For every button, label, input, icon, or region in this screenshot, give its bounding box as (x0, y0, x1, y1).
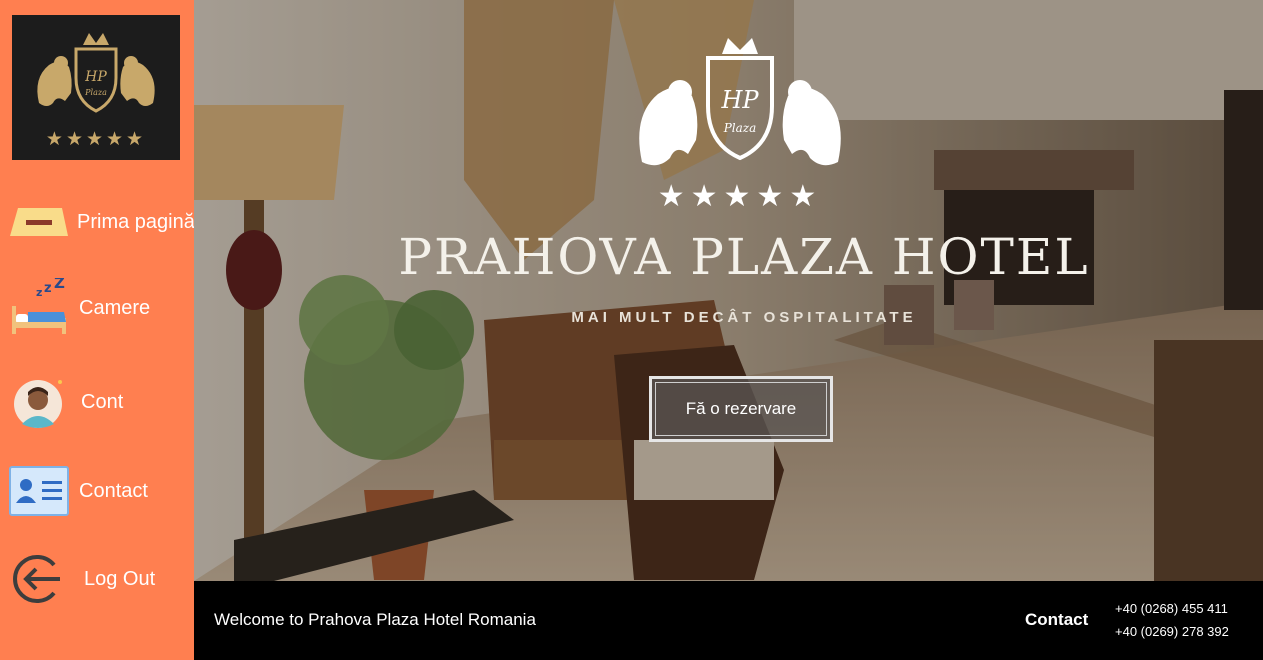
reservation-button-label: Fă o rezervare (685, 399, 797, 418)
footer-phone-2: +40 (0269) 278 392 (1115, 624, 1229, 639)
hotel-title: PRAHOVA PLAZA HOTEL (398, 228, 1090, 286)
user-avatar-icon (8, 374, 70, 430)
svg-text:★★★★★: ★★★★★ (46, 128, 146, 150)
svg-text:HP: HP (84, 69, 107, 85)
sidebar-item-label: Camere (79, 296, 151, 319)
reservation-button[interactable]: Fă o rezervare (649, 376, 833, 442)
hotel-crest-icon: HP Plaza ★★★★★ (639, 38, 841, 214)
svg-text:z: z (44, 281, 52, 296)
svg-text:Plaza: Plaza (723, 121, 757, 135)
sidebar-item-rooms[interactable]: z z Z Camere (0, 278, 194, 338)
sidebar: HP Plaza ★★★★★ Prima pagină z z Z Camere… (0, 0, 195, 660)
hero-banner: HP Plaza ★★★★★ PRAHOVA PLAZA HOTEL MAI M… (194, 0, 1263, 581)
svg-text:Plaza: Plaza (84, 88, 107, 97)
sidebar-item-label: Contact (79, 479, 148, 502)
bed-sleep-icon: z z Z (8, 278, 70, 336)
footer: Welcome to Prahova Plaza Hotel Romania C… (194, 581, 1263, 660)
svg-text:★★★★★: ★★★★★ (658, 179, 822, 214)
svg-text:Z: Z (54, 278, 65, 292)
contact-card-icon (8, 463, 70, 519)
hotel-crest-logo-icon: HP Plaza ★★★★★ (37, 32, 155, 150)
sidebar-item-account[interactable]: Cont (0, 372, 194, 432)
svg-text:HP: HP (720, 86, 759, 114)
sidebar-item-label: Cont (81, 390, 124, 413)
svg-text:z: z (36, 286, 42, 299)
footer-phone-1: +40 (0268) 455 411 (1115, 601, 1228, 616)
footer-contact-label: Contact (1025, 610, 1089, 629)
logout-arrow-icon (8, 551, 70, 607)
sidebar-item-logout[interactable]: Log Out (0, 549, 194, 609)
sidebar-item-home[interactable]: Prima pagină (0, 192, 195, 252)
sidebar-item-label: Log Out (84, 567, 156, 590)
hotel-tagline: MAI MULT DECÂT OSPITALITATE (571, 309, 917, 326)
sidebar-item-label: Prima pagină (77, 210, 195, 233)
sidebar-item-contact[interactable]: Contact (0, 461, 194, 521)
hotel-logo: HP Plaza ★★★★★ (12, 15, 180, 160)
home-drawer-icon (8, 194, 70, 250)
footer-welcome-text: Welcome to Prahova Plaza Hotel Romania (214, 610, 536, 629)
